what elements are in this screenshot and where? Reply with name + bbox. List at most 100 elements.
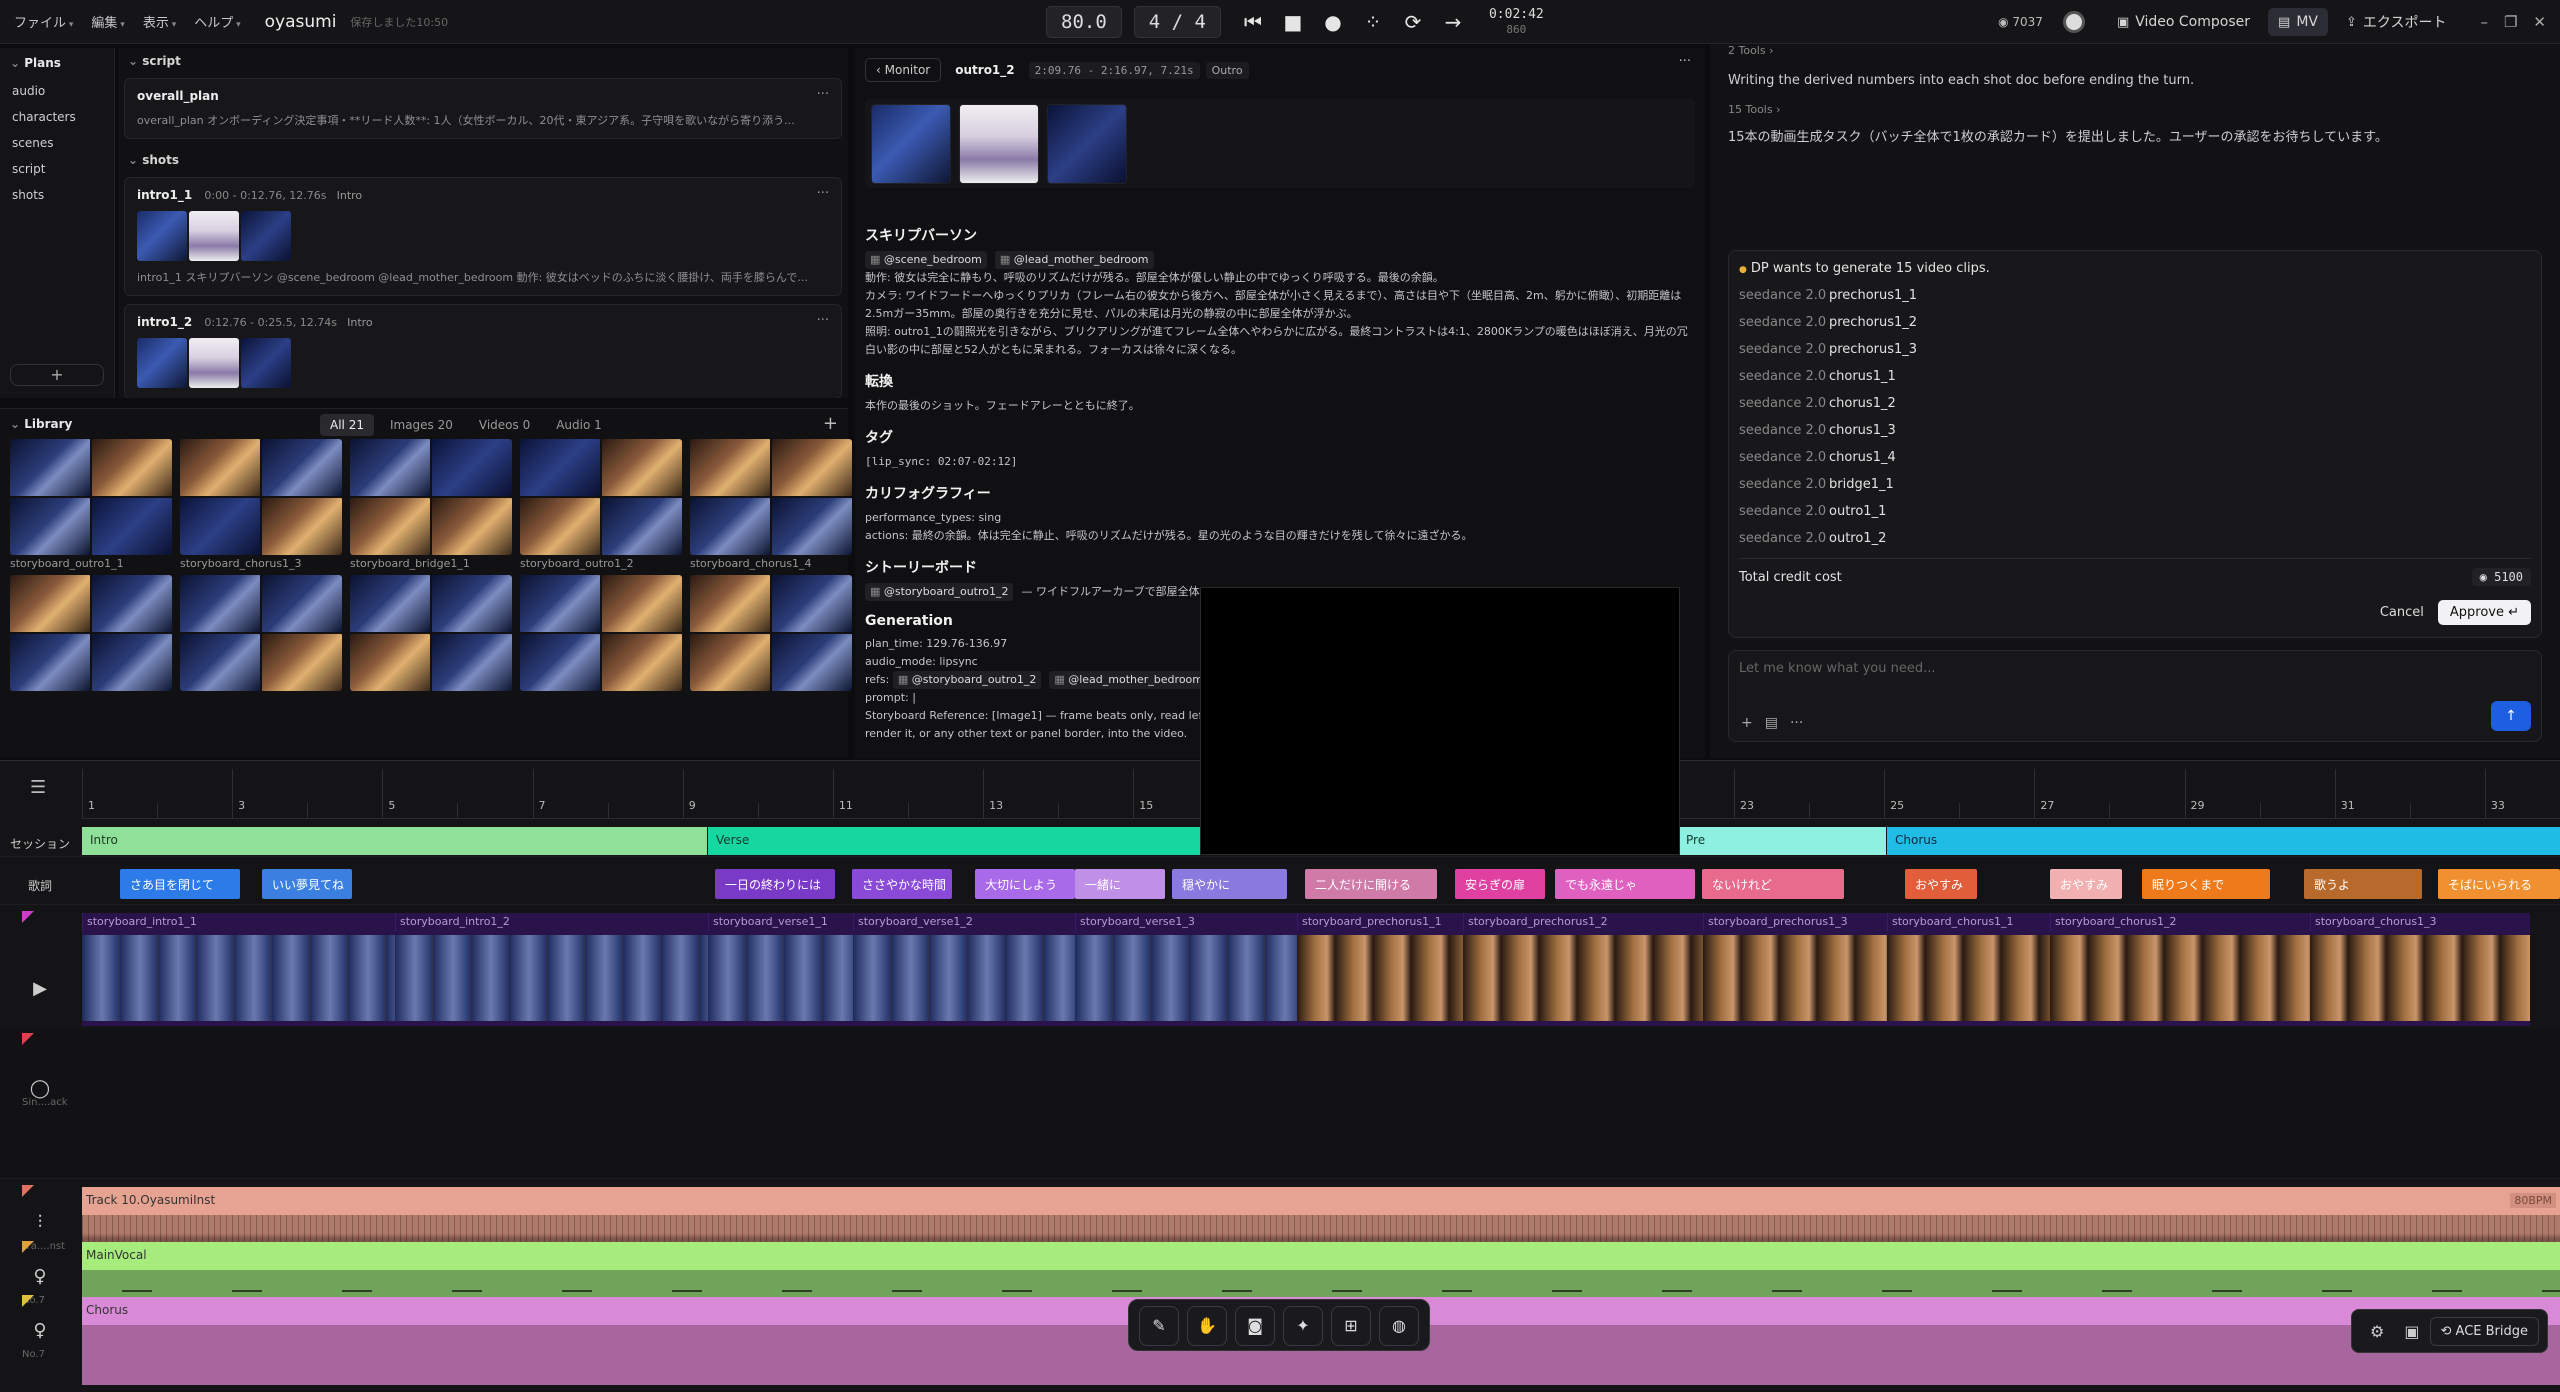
more-icon[interactable]: ··· [817,186,829,201]
grid-icon[interactable]: ⁘ [1359,8,1387,36]
shot-card[interactable]: intro1_1 0:00 - 0:12.76, 12.76s Intro ··… [124,177,842,296]
ace-bridge-button[interactable]: ACE Bridge [2429,1316,2539,1346]
lyric-block[interactable]: いい夢見てね [262,869,352,899]
approve-button[interactable]: Approve ↵ [2437,600,2531,625]
record-icon[interactable]: ● [1319,8,1347,36]
library-heading[interactable]: Library [10,417,72,431]
cancel-button[interactable]: Cancel [2380,605,2424,620]
plans-item-characters[interactable]: characters [0,104,114,130]
library-item[interactable]: storyboard_bridge1_1 [350,439,512,570]
tools-collapsed[interactable]: 2 Tools › [1710,44,2560,57]
tab-audio[interactable]: Audio 1 [546,414,612,436]
ref-chip[interactable]: @lead_mother_bedroom [994,251,1154,269]
storyboard-thumbnail[interactable] [1047,104,1127,184]
apps-icon[interactable]: ⊞ [1331,1306,1371,1346]
chorus-avatar-icon[interactable]: ♀ [18,1309,62,1353]
overall-plan-card[interactable]: overall_plan ··· overall_plan オンボーディング決定… [124,78,842,139]
character-thumbnail[interactable] [189,211,239,261]
character-thumbnail[interactable] [959,104,1039,184]
plans-heading[interactable]: Plans [0,48,114,78]
menu-icon[interactable]: ☰ [30,777,46,798]
library-item[interactable] [690,575,852,691]
library-item[interactable] [350,575,512,691]
add-plan-button[interactable]: + [10,364,104,386]
ref-chip[interactable]: @storyboard_outro1_2 [892,671,1042,689]
maximize-icon[interactable]: ❐ [2504,13,2517,31]
section-pre[interactable]: Pre [1678,827,1886,855]
scene-thumbnail[interactable] [871,104,951,184]
export-button[interactable]: ⇪ エクスポート [2336,6,2457,38]
library-item[interactable]: storyboard_outro1_2 [520,439,682,570]
lyric-block[interactable]: ないけれど [1702,869,1844,899]
scene-thumbnail[interactable] [137,338,187,388]
library-item[interactable] [520,575,682,691]
plans-item-shots[interactable]: shots [0,182,114,208]
video-preview[interactable] [1200,587,1680,855]
ref-chip[interactable]: @lead_mother_bedroom [1049,671,1208,689]
more-icon[interactable]: ··· [1790,715,1803,731]
section-chorus[interactable]: Chorus [1887,827,2560,855]
lyric-block[interactable]: 大切にしよう [975,869,1075,899]
globe-icon[interactable]: ◍ [1379,1306,1419,1346]
lyric-block[interactable]: 歌うよ [2304,869,2422,899]
pen-icon[interactable]: ✎ [1139,1306,1179,1346]
lyric-block[interactable]: おやすみ [1905,869,1977,899]
avatar[interactable] [2062,11,2085,33]
library-item[interactable]: storyboard_outro1_1 [10,439,172,570]
more-icon[interactable]: ··· [1679,54,1691,69]
ref-chip[interactable]: @storyboard_outro1_2 [865,583,1014,601]
lyric-block[interactable]: 穏やかに [1172,869,1287,899]
ref-chip[interactable]: @scene_bedroom [865,251,987,269]
library-add-button[interactable]: + [823,413,838,434]
lyric-block[interactable]: 眠りつくまで [2142,869,2270,899]
lyric-block[interactable]: でも永遠じゃ [1555,869,1695,899]
lyric-block[interactable]: 一緒に [1075,869,1165,899]
storyboard-thumbnail[interactable] [241,338,291,388]
tab-videos[interactable]: Videos 0 [469,414,540,436]
lyric-block[interactable]: 一日の終わりには [715,869,835,899]
mv-button[interactable]: ▤ MV [2268,8,2328,36]
shot-card[interactable]: intro1_2 0:12.76 - 0:25.5, 12.74s Intro … [124,304,842,398]
add-icon[interactable]: + [1741,715,1753,731]
tab-all[interactable]: All 21 [320,414,374,436]
settings-icon[interactable]: ⚙ [2370,1322,2384,1341]
menu-view[interactable]: 表示 [143,12,176,31]
magic-icon[interactable]: ✦ [1283,1306,1323,1346]
library-item[interactable]: storyboard_chorus1_4 [690,439,852,570]
menu-edit[interactable]: 編集 [91,12,124,31]
tempo-field[interactable]: 80.0 [1046,6,1122,38]
menu-help[interactable]: ヘルプ [194,12,240,31]
lyric-block[interactable]: 安らぎの扉 [1455,869,1545,899]
tools-collapsed[interactable]: 15 Tools › [1710,103,2560,116]
menu-file[interactable]: ファイル [14,12,73,31]
vocal-avatar-icon[interactable]: ♀ [18,1255,62,1299]
lyric-block[interactable]: ささやかな時間 [852,869,952,899]
shots-heading[interactable]: shots [118,147,848,173]
close-icon[interactable]: ✕ [2533,13,2546,31]
scene-thumbnail[interactable] [137,211,187,261]
section-intro[interactable]: Intro [82,827,707,855]
tab-images[interactable]: Images 20 [380,414,463,436]
minimize-icon[interactable]: – [2480,13,2488,31]
video-track-icon[interactable]: ▶ [18,967,62,1011]
lyric-block[interactable]: 二人だけに開ける [1305,869,1437,899]
hand-icon[interactable]: ✋ [1187,1306,1227,1346]
skip-back-icon[interactable]: ⏮ [1239,8,1267,36]
script-heading[interactable]: script [118,48,848,74]
library-item[interactable] [180,575,342,691]
character-thumbnail[interactable] [189,338,239,388]
lyric-block[interactable]: おやすみ [2050,869,2122,899]
lyric-block[interactable]: さあ目を閉じて [120,869,240,899]
follow-icon[interactable]: → [1439,8,1467,36]
more-icon[interactable]: ··· [817,313,829,328]
monitor-back-button[interactable]: Monitor [865,58,942,82]
library-item[interactable]: storyboard_chorus1_3 [180,439,342,570]
stop-icon[interactable]: ■ [1279,8,1307,36]
video-composer-button[interactable]: ▣ Video Composer [2107,8,2260,36]
plans-item-script[interactable]: script [0,156,114,182]
time-signature-field[interactable]: 4 / 4 [1133,6,1221,38]
attach-icon[interactable]: ▤ [1765,715,1778,731]
library-item[interactable] [10,575,172,691]
waveform-icon[interactable]: ⫶ [18,1201,62,1245]
plans-item-audio[interactable]: audio [0,78,114,104]
